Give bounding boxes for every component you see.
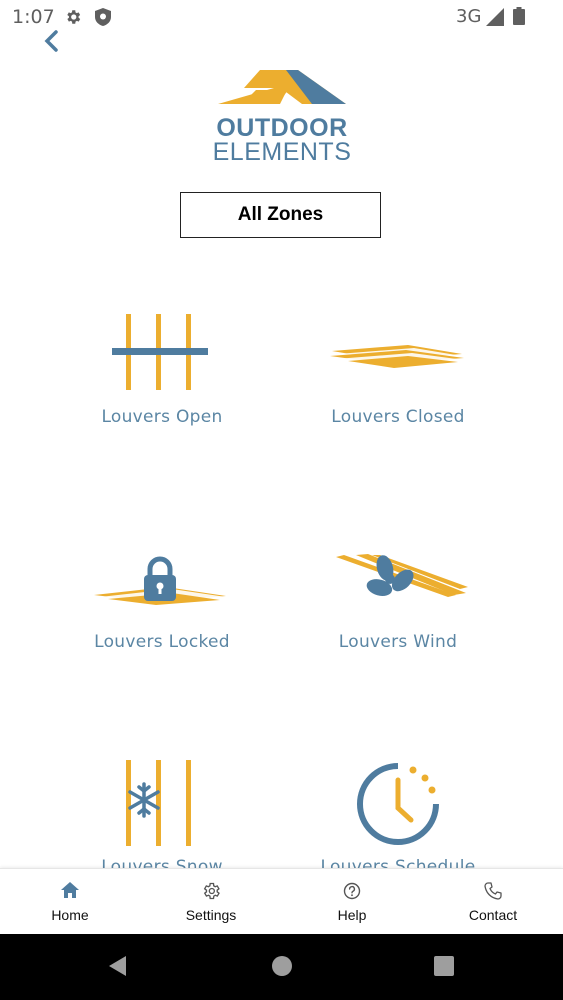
bottom-nav: Home Settings Help Contact xyxy=(0,868,563,935)
shield-icon xyxy=(95,8,111,26)
louvers-snow-button[interactable]: Louvers Snow xyxy=(42,750,282,868)
help-icon xyxy=(343,882,361,900)
louvers-open-icon xyxy=(112,314,208,390)
settings-gear-icon xyxy=(203,882,220,900)
zone-selector-label: All Zones xyxy=(237,204,324,225)
nav-help[interactable]: Help xyxy=(282,869,422,935)
louvers-locked-label: Louvers Locked xyxy=(94,632,230,652)
nav-help-label: Help xyxy=(337,907,367,923)
nav-home-label: Home xyxy=(51,907,89,923)
louvers-snow-icon xyxy=(126,760,191,846)
louvers-schedule-button[interactable]: Louvers Schedule xyxy=(278,750,518,868)
louvers-closed-label: Louvers Closed xyxy=(331,407,465,427)
nav-home[interactable]: Home xyxy=(0,869,140,935)
gear-icon xyxy=(67,10,81,24)
louver-controls-grid[interactable]: Louvers Open Louvers Closed Louvers Lock… xyxy=(0,260,563,868)
louvers-wind-icon xyxy=(336,554,468,597)
android-nav-bar xyxy=(0,934,563,1000)
home-icon xyxy=(61,882,79,898)
louvers-closed-icon xyxy=(330,345,464,368)
louvers-locked-button[interactable]: Louvers Locked xyxy=(42,525,282,725)
android-home-icon[interactable] xyxy=(270,954,294,978)
back-button[interactable] xyxy=(38,28,66,56)
outdoor-elements-logo: OUTDOOR ELEMENTS xyxy=(212,66,352,166)
signal-icon xyxy=(486,8,504,26)
louvers-open-label: Louvers Open xyxy=(101,407,223,427)
louvers-locked-icon xyxy=(94,556,226,605)
android-recents-icon[interactable] xyxy=(432,954,456,978)
nav-settings[interactable]: Settings xyxy=(141,869,281,935)
status-time: 1:07 xyxy=(12,6,55,28)
status-bar: 1:07 3G xyxy=(0,0,563,32)
louvers-wind-button[interactable]: Louvers Wind xyxy=(278,525,518,725)
logo-roof-icon xyxy=(218,70,346,104)
schedule-clock-icon xyxy=(357,763,439,845)
zone-selector-button[interactable]: All Zones xyxy=(180,192,381,238)
chevron-left-icon xyxy=(44,30,58,52)
nav-contact-label: Contact xyxy=(468,907,518,923)
nav-settings-label: Settings xyxy=(185,907,237,923)
louvers-snow-label: Louvers Snow xyxy=(101,857,223,868)
logo-text-bottom: ELEMENTS xyxy=(212,138,352,166)
louvers-open-button[interactable]: Louvers Open xyxy=(42,300,282,500)
network-type: 3G xyxy=(456,6,482,27)
louvers-closed-button[interactable]: Louvers Closed xyxy=(278,300,518,500)
android-back-icon[interactable] xyxy=(106,954,130,978)
louvers-schedule-label: Louvers Schedule xyxy=(320,857,476,868)
nav-contact[interactable]: Contact xyxy=(423,869,563,935)
louvers-wind-label: Louvers Wind xyxy=(338,632,458,652)
phone-icon xyxy=(484,882,502,900)
battery-icon xyxy=(513,7,525,25)
